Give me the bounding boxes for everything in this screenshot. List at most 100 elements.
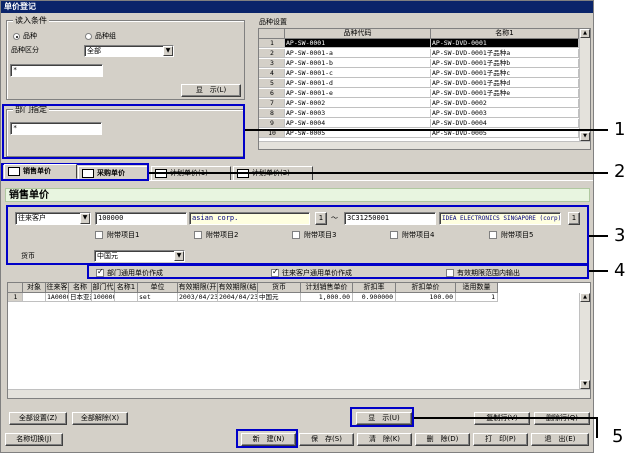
grid-corner [8,283,23,293]
callout-box-3 [6,205,589,265]
callout-number-2: 2 [614,161,626,182]
section-title-bar: 销售单价 [5,188,590,202]
column-header[interactable]: 单位 [138,283,178,293]
scroll-up-icon[interactable]: ▲ [580,29,590,38]
column-header[interactable]: 有效期限(开 [178,283,218,293]
callout-line-1 [245,129,608,131]
product-code-cell[interactable]: AP-SW-0003 [285,109,431,118]
column-header[interactable]: 适用数量 [456,283,498,293]
callout-box-5b [236,429,298,448]
window-title: 单价登记 [1,1,593,13]
product-code-cell[interactable]: AP-SW-0001-b [285,59,431,68]
column-header[interactable]: 折扣率 [353,283,396,293]
product-grid-hscrollbar[interactable] [259,141,590,149]
row-number[interactable]: 7 [259,99,285,108]
scroll-down-icon[interactable]: ▼ [580,380,590,389]
show-button-top[interactable]: 显 示(L) [181,84,241,97]
radio-product-group[interactable] [85,33,92,40]
row-number[interactable]: 6 [259,89,285,98]
read-conditions-label: 读入条件 [13,16,49,25]
price-cell-unit[interactable]: set [138,293,178,302]
callout-number-3: 3 [614,225,626,246]
scroll-up-icon[interactable]: ▲ [580,293,590,302]
price-cell-currency[interactable]: 中国元 [258,293,301,302]
product-name-cell[interactable]: AP-SW-DVD-0001子品种c [431,69,579,78]
select-all-button[interactable]: 全部设置(Z) [9,412,67,425]
price-cell-rate[interactable]: 0.900000 [353,293,396,302]
product-settings-label: 品种设置 [259,18,287,26]
name-switch-button[interactable]: 名称切换(J) [5,433,63,446]
scroll-down-icon[interactable]: ▼ [580,132,590,141]
chevron-down-icon: ▼ [163,46,173,56]
column-header[interactable]: 货币 [258,283,301,293]
row-number[interactable]: 5 [259,79,285,88]
price-cell-target[interactable] [23,293,46,302]
row-number[interactable]: 3 [259,59,285,68]
radio-product-group-label: 品种组 [95,32,116,40]
price-grid-scrollbar[interactable]: ▲ ▼ [579,293,590,389]
price-cell-from[interactable]: 2003/04/23 [178,293,218,302]
callout-line-3 [589,235,608,237]
column-header[interactable]: 部门代 [92,283,115,293]
product-name-cell[interactable]: AP-SW-DVD-0003 [431,109,579,118]
save-button[interactable]: 保 存(S) [299,433,354,446]
callout-number-1: 1 [614,119,626,140]
price-grid[interactable]: 对象 往来客 名称 部门代 名称1 单位 有效期限(开 有效期限(结 货币 计划销售单价 折扣率 折扣… [7,282,591,399]
category-label: 品种区分 [11,46,39,54]
product-name-cell[interactable]: AP-SW-DVD-0004 [431,119,579,128]
product-name-cell[interactable]: AP-SW-DVD-0001子品种e [431,89,579,98]
product-name-cell[interactable]: AP-SW-DVD-0001 [431,39,579,48]
callout-box-1 [2,104,245,159]
product-code-cell[interactable]: AP-SW-0001-c [285,69,431,78]
column-header[interactable]: 对象 [23,283,46,293]
price-grid-hscrollbar[interactable] [8,389,590,398]
column-header[interactable]: 有效期限(结 [218,283,258,293]
header-product-code: 品种代码 [285,29,431,39]
price-cell-price[interactable]: 1,000.00 [301,293,353,302]
price-cell-disc[interactable]: 100.00 [396,293,456,302]
price-cell-qty[interactable]: 1 [456,293,498,302]
callout-line-4 [589,270,608,272]
product-code-cell[interactable]: AP-SW-0001-a [285,49,431,58]
price-cell-dept[interactable]: 10000000 [92,293,115,302]
price-cell-name[interactable]: 日本亚洲 [69,293,92,302]
row-number[interactable]: 1 [259,39,285,48]
column-header[interactable]: 往来客 [46,283,69,293]
product-code-cell[interactable]: AP-SW-0004 [285,119,431,128]
product-code-cell[interactable]: AP-SW-0001 [285,39,431,48]
price-cell-n[interactable]: 1 [8,293,23,302]
product-code-cell[interactable]: AP-SW-0001-e [285,89,431,98]
column-header[interactable]: 计划销售单价 [301,283,353,293]
product-name-cell[interactable]: AP-SW-DVD-0001子品种a [431,49,579,58]
product-grid[interactable]: 品种代码 名称1 1 AP-SW-0001 AP-SW-DVD-0001 2 AP-SW… [258,28,591,150]
category-select[interactable]: 全部 ▼ [84,45,174,57]
row-number[interactable]: 4 [259,69,285,78]
clear-all-button[interactable]: 全部解除(X) [72,412,128,425]
row-number[interactable]: 2 [259,49,285,58]
callout-line-2 [149,172,608,174]
product-grid-scrollbar[interactable]: ▲ ▼ [579,29,590,141]
column-header[interactable]: 名称 [69,283,92,293]
price-cell-customer[interactable]: 1A00000 [46,293,69,302]
column-header[interactable]: 名称1 [115,283,138,293]
tab-sales-price[interactable]: 销售单价 [4,164,77,179]
clear-button[interactable]: 清 除(K) [357,433,412,446]
callout-box-4 [87,264,589,279]
product-name-cell[interactable]: AP-SW-DVD-0001子品种d [431,79,579,88]
product-code-cell[interactable]: AP-SW-0001-d [285,79,431,88]
condition-input[interactable]: * [10,64,103,77]
product-name-cell[interactable]: AP-SW-DVD-0002 [431,99,579,108]
callout-box-5a [350,407,414,427]
product-name-cell[interactable]: AP-SW-DVD-0001子品种b [431,59,579,68]
header-name1: 名称1 [431,29,579,39]
column-header[interactable]: 折扣单价 [396,283,456,293]
price-cell-name1[interactable] [115,293,138,302]
product-code-cell[interactable]: AP-SW-0002 [285,99,431,108]
callout-number-5: 5 [612,426,624,447]
radio-product-label: 品种 [23,32,37,40]
radio-product[interactable] [13,33,20,40]
callout-number-4: 4 [614,260,626,281]
row-number[interactable]: 8 [259,109,285,118]
row-number[interactable]: 9 [259,119,285,128]
price-cell-to[interactable]: 2004/04/23 [218,293,258,302]
